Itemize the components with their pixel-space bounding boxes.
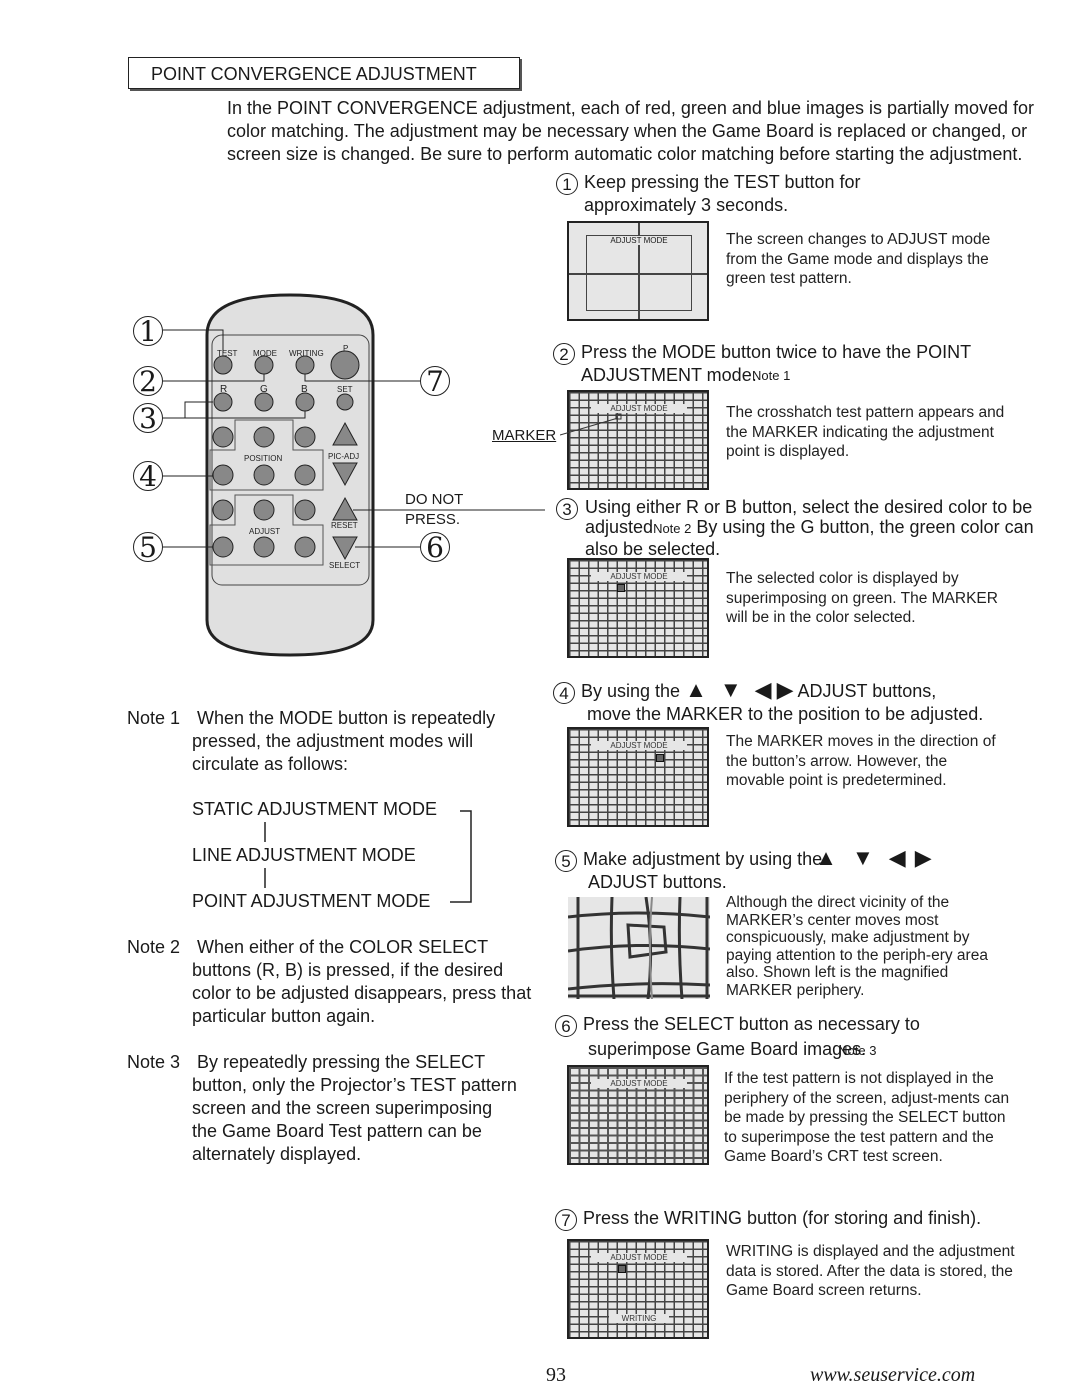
mode-button[interactable] — [254, 355, 274, 375]
callout-6: 6 — [420, 532, 450, 562]
set-label: SET — [337, 385, 353, 394]
position-up-button[interactable] — [253, 426, 275, 448]
page-number: 93 — [546, 1364, 566, 1386]
position-down-button[interactable] — [253, 464, 275, 486]
step-5-heading-line2: ADJUST buttons. — [588, 872, 727, 892]
step-3-screen: ADJUST MODE — [567, 558, 709, 658]
do-not-press-line1: DO NOT — [405, 491, 464, 508]
callout-4: 4 — [133, 461, 163, 491]
marker-pointer — [560, 413, 622, 436]
step-2-note-ref: Note 1 — [752, 368, 791, 383]
callout-2: 2 — [133, 366, 163, 396]
do-not-press-line2: PRESS. — [405, 511, 461, 528]
step-7-screen: ADJUST MODE WRITING — [567, 1239, 709, 1339]
adjust-right-button[interactable] — [294, 536, 316, 558]
position-right-button[interactable] — [294, 464, 316, 486]
step-6-screen: ADJUST MODE — [567, 1065, 709, 1165]
note-1-label: Note 1 — [127, 708, 181, 728]
set-button[interactable] — [336, 393, 354, 411]
adjust-upleft-button[interactable] — [212, 499, 234, 521]
step-6-heading-line2: superimpose Game Board images.Note 3 — [588, 1039, 877, 1059]
position-left-button[interactable] — [212, 464, 234, 486]
callout-7: 7 — [420, 366, 450, 396]
adjust-up-button[interactable] — [253, 499, 275, 521]
position-upright-button[interactable] — [294, 426, 316, 448]
pic-adj-label: PIC-ADJ — [328, 452, 359, 461]
left-arrow-icon: ◀ — [754, 677, 772, 702]
step-number: 1 — [556, 173, 578, 195]
adjust-upright-button[interactable] — [294, 499, 316, 521]
website-link[interactable]: www.seuservice.com — [810, 1364, 975, 1387]
b-button[interactable] — [295, 392, 315, 412]
step-7-description: WRITING is displayed and the adjustment … — [726, 1243, 1015, 1299]
step-4-screen: ADJUST MODE — [567, 727, 709, 827]
step-1-heading: 1 Keep pressing the TEST button for appro… — [556, 171, 956, 217]
down-arrow-icon: ▼ — [851, 845, 874, 870]
step-4-heading: 4 By using the ▲ ▼ ◀ ▶ ADJUST buttons, — [553, 678, 1033, 704]
step-3-heading: 3 Using either R or B button, select the… — [556, 497, 1036, 559]
step-5-description: Although the direct vicinity of the MARK… — [726, 894, 988, 999]
note-3-label: Note 3 — [127, 1052, 181, 1072]
note-2-label: Note 2 — [127, 937, 181, 957]
step-6-heading: 6 Press the SELECT button as necessary to — [555, 1013, 1035, 1037]
right-arrow-icon: ▶ — [914, 845, 932, 870]
reset-label: RESET — [331, 521, 358, 530]
page-title: POINT CONVERGENCE ADJUSTMENT — [128, 57, 520, 89]
adjust-left-button[interactable] — [212, 536, 234, 558]
up-arrow-icon: ▲ — [815, 845, 837, 870]
step-2-description: The crosshatch test pattern appears and … — [726, 404, 1005, 460]
callout-3: 3 — [133, 403, 163, 433]
right-arrow-icon: ▶ — [776, 677, 794, 702]
r-button[interactable] — [213, 392, 233, 412]
g-button[interactable] — [254, 392, 274, 412]
marker-icon — [656, 754, 664, 762]
up-arrow-icon: ▲ — [685, 677, 707, 702]
left-arrow-icon: ◀ — [888, 845, 906, 870]
callout-5: 5 — [133, 532, 163, 562]
step-4-heading-line2: move the MARKER to the position to be ad… — [587, 704, 984, 724]
intro-paragraph: In the POINT CONVERGENCE adjustment, eac… — [227, 98, 1035, 164]
screen-adjust-mode-text: ADJUST MODE — [589, 236, 689, 245]
step-4-description: The MARKER moves in the direction of the… — [726, 733, 996, 789]
note-3-text: By repeatedly pressing the SELECT button… — [192, 1052, 517, 1164]
note-1-text: When the MODE button is repeatedly press… — [192, 708, 496, 774]
callout-1: 1 — [133, 316, 163, 346]
marker-icon — [617, 584, 625, 592]
adjust-label: ADJUST — [249, 527, 280, 536]
marker-icon — [618, 1265, 626, 1273]
p-button[interactable] — [330, 350, 360, 380]
writing-button[interactable] — [295, 355, 315, 375]
position-upleft-button[interactable] — [212, 426, 234, 448]
step-7-heading: 7 Press the WRITING button (for storing a… — [555, 1207, 1035, 1231]
step-2-screen: ADJUST MODE — [567, 390, 709, 490]
test-button[interactable] — [213, 355, 233, 375]
step-2-heading: 2 Press the MODE button twice to have the… — [553, 341, 1033, 387]
remote-control-diagram: TEST MODE WRITING P R G B SET POSITION P… — [163, 293, 545, 657]
step-5-magnified-marker — [568, 897, 710, 999]
down-arrow-icon: ▼ — [719, 677, 742, 702]
mode-cycle-connector — [264, 810, 472, 903]
step-1-description: The screen changes to ADJUST mode from t… — [726, 231, 991, 287]
step-5-heading: 5 Make adjustment by using the ▲ ▼ ◀ ▶ — [555, 846, 1035, 872]
adjust-down-button[interactable] — [253, 536, 275, 558]
screen-writing-text: WRITING — [609, 1314, 669, 1323]
step-3-description: The selected color is displayed by super… — [726, 570, 998, 626]
step-6-description: If the test pattern is not displayed in … — [724, 1070, 1010, 1165]
note-2-text: When either of the COLOR SELECT buttons … — [192, 937, 532, 1026]
step-1-screen: ADJUST MODE — [567, 221, 709, 321]
position-label: POSITION — [244, 454, 282, 463]
select-label: SELECT — [329, 561, 360, 570]
marker-label: MARKER — [492, 427, 557, 444]
